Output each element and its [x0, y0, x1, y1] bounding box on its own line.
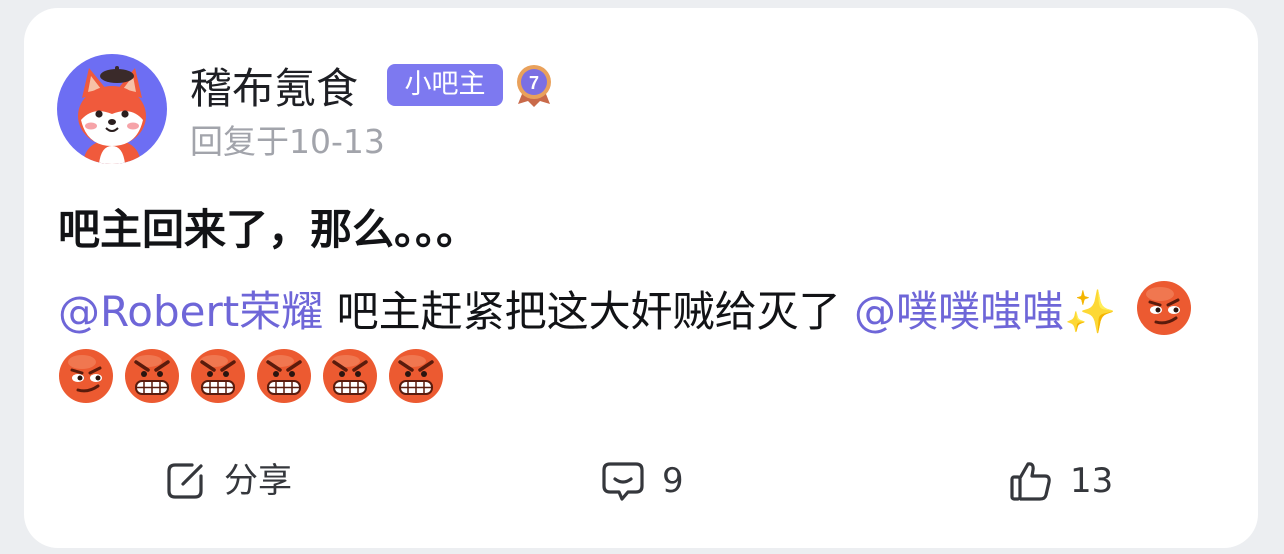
like-button[interactable]: 13: [1008, 457, 1113, 505]
author-name[interactable]: 稽布氪食: [190, 64, 358, 114]
thumbs-up-icon: [1010, 462, 1051, 501]
avatar[interactable]: [57, 54, 167, 164]
sparkle-emoji: ✨: [1063, 287, 1117, 336]
post-body-text: 吧主赶紧把这大奸贼给灭了: [323, 287, 854, 336]
post-body: @Robert荣耀 吧主赶紧把这大奸贼给灭了 @噗噗嗤嗤✨: [58, 278, 1228, 414]
angry-grin-emoji: [256, 348, 312, 404]
comment-count: 9: [662, 461, 684, 501]
mention-link[interactable]: @噗噗嗤嗤: [854, 287, 1064, 336]
angry-grin-emoji: [388, 348, 444, 404]
fox-avatar-icon: [78, 66, 146, 164]
smirk-face-emoji: [58, 348, 114, 404]
angry-grin-emoji: [190, 348, 246, 404]
share-button[interactable]: 分享: [162, 457, 292, 505]
angry-grin-emoji: [322, 348, 378, 404]
smirk-face-emoji: [1136, 280, 1192, 336]
share-icon: [167, 463, 203, 499]
comment-button[interactable]: 9: [600, 457, 684, 505]
reply-time: 回复于10-13: [190, 122, 385, 161]
mention-link[interactable]: @Robert荣耀: [58, 287, 323, 336]
post-title: 吧主回来了，那么。。。: [58, 205, 479, 254]
post-card: 稽布氪食 小吧主 7 回复于10-13 吧主回来了，那么。。。 @Robert荣…: [24, 8, 1258, 548]
moderator-badge: 小吧主: [387, 64, 503, 106]
level-badge-icon: 7: [514, 60, 554, 108]
angry-grin-emoji: [124, 348, 180, 404]
share-label: 分享: [224, 461, 292, 501]
level-number: 7: [529, 73, 539, 93]
comment-icon: [602, 462, 644, 501]
like-count: 13: [1070, 461, 1114, 501]
